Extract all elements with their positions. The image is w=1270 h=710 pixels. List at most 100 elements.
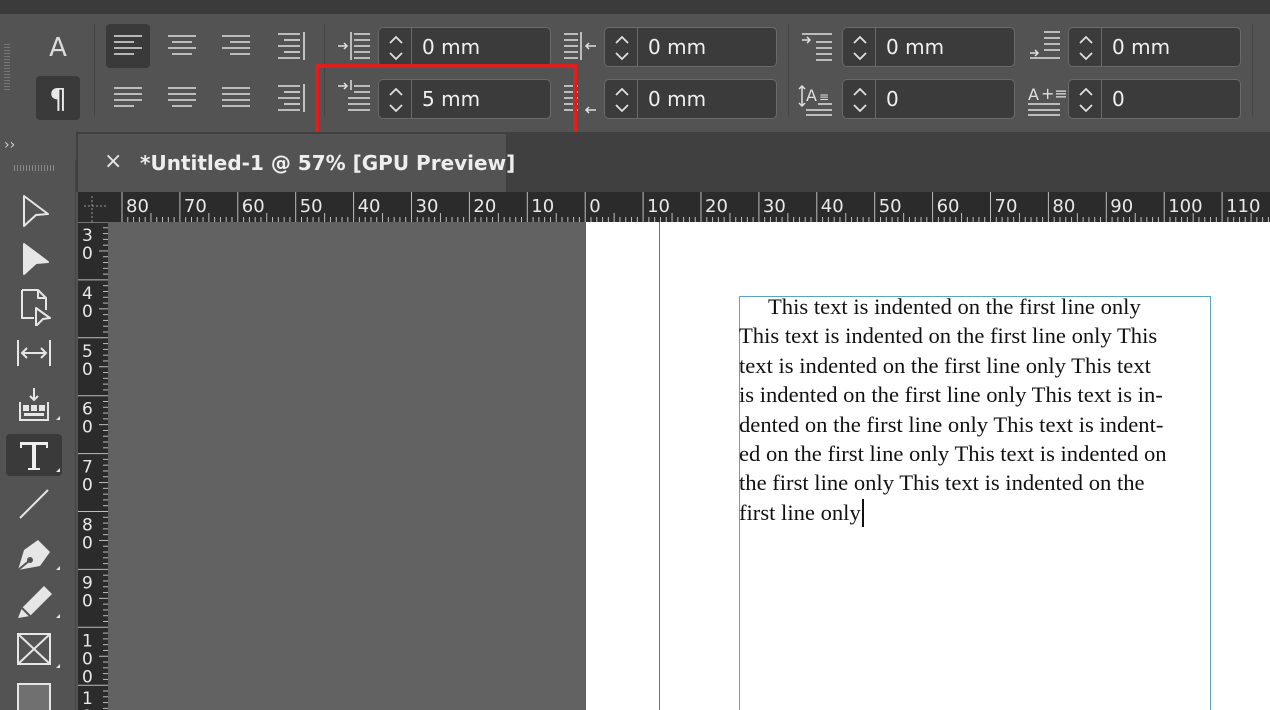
ruler-label: 20 (705, 196, 728, 217)
horizontal-ruler[interactable]: 80 70 60 50 40 30 20 10 0 10 20 30 40 50 60 70 80 90 100 11… (108, 192, 1270, 222)
gap-tool-button[interactable] (6, 332, 62, 374)
pen-tool-icon (17, 540, 60, 571)
rectangle-tool-button[interactable] (6, 676, 62, 710)
space-after-icon (1024, 24, 1068, 68)
justify-left-button[interactable] (106, 76, 150, 120)
text-line: ed on the first line only This text is i… (739, 440, 1167, 466)
text-line: first line only (739, 499, 861, 525)
ruler-label: 50 (879, 196, 902, 217)
ruler-label: 1 (82, 631, 93, 651)
space-before-field[interactable]: 0 mm (876, 27, 1015, 67)
ruler-origin[interactable] (78, 192, 108, 222)
ruler-label: 0 (82, 302, 93, 322)
direct-selection-arrow-icon (23, 243, 49, 275)
ruler-label: 0 (82, 360, 93, 380)
selection-arrow-icon (23, 195, 49, 227)
space-before-stepper[interactable] (842, 27, 876, 67)
ruler-label: 0 (82, 418, 93, 438)
type-tool-button[interactable] (6, 434, 62, 476)
stepper-arrows-icon (853, 35, 867, 61)
content-collector-tool-button[interactable] (6, 384, 62, 426)
page-tool-button[interactable] (6, 284, 62, 326)
right-indent-field[interactable]: 0 mm (638, 27, 777, 67)
stepper-arrows-icon (1079, 35, 1093, 61)
paragraph-formatting-mode-button[interactable]: ¶ (36, 76, 80, 120)
collapse-panels-button[interactable]: ›› (0, 132, 76, 160)
ruler-label: 30 (416, 196, 439, 217)
divider (94, 24, 95, 116)
text-line: the first line only This text is indente… (739, 470, 1145, 496)
right-indent-icon (560, 24, 604, 68)
align-right-button[interactable] (214, 24, 258, 68)
ruler-label: 50 (300, 196, 323, 217)
ruler-label: 3 (82, 226, 93, 246)
space-after-stepper[interactable] (1068, 27, 1102, 67)
last-line-right-indent-field[interactable]: 0 mm (638, 79, 777, 119)
justify-all-button[interactable] (214, 76, 258, 120)
close-tab-button[interactable]: × (104, 148, 124, 176)
ruler-label: 70 (184, 196, 207, 217)
control-panel-grip[interactable] (4, 44, 10, 90)
ruler-label: 9 (82, 573, 93, 593)
tools-panel-grip[interactable] (14, 165, 54, 171)
text-line: dented on the first line only This text … (739, 411, 1164, 437)
document-tab-title[interactable]: *Untitled-1 @ 57% [GPU Preview] (140, 148, 515, 178)
text-line: is indented on the first line only This … (739, 382, 1163, 408)
align-center-button[interactable] (160, 24, 204, 68)
align-towards-spine-button[interactable] (268, 24, 312, 68)
stepper-arrows-icon (615, 35, 629, 61)
ruler-label: 8 (82, 516, 93, 536)
ruler-label: 80 (126, 196, 149, 217)
ruler-label: 0 (82, 534, 93, 554)
align-towards-spine-icon (278, 32, 305, 60)
pen-tool-button[interactable] (6, 532, 62, 574)
align-left-button[interactable] (106, 24, 150, 68)
pencil-tool-icon (18, 586, 60, 618)
ruler-label: 90 (1110, 196, 1133, 217)
justify-center-button[interactable] (160, 76, 204, 120)
ruler-label: 100 (1168, 196, 1202, 217)
ruler-label: 40 (358, 196, 381, 217)
selection-tool-button[interactable] (6, 190, 62, 232)
space-after-field[interactable]: 0 mm (1102, 27, 1241, 67)
ruler-label: 70 (995, 196, 1018, 217)
left-indent-stepper[interactable] (378, 27, 412, 67)
drop-cap-lines-icon: A ≡ (796, 76, 840, 120)
divider (1252, 24, 1253, 116)
pencil-tool-button[interactable] (6, 580, 62, 622)
ruler-origin-icon (84, 196, 108, 222)
svg-text:A: A (806, 86, 817, 105)
direct-selection-tool-button[interactable] (6, 238, 62, 280)
rectangle-icon (17, 683, 51, 710)
align-away-from-spine-icon (278, 84, 305, 112)
ruler-label: 6 (82, 400, 93, 420)
type-tool-icon (20, 442, 60, 472)
svg-text:≡: ≡ (819, 90, 829, 104)
drop-cap-characters-stepper[interactable] (1068, 79, 1102, 119)
content-collector-icon (19, 388, 60, 421)
ruler-label: 1 (82, 689, 93, 709)
stepper-arrows-icon (853, 87, 867, 113)
align-away-from-spine-button[interactable] (268, 76, 312, 120)
justify-center-icon (168, 87, 196, 107)
line-tool-button[interactable] (6, 482, 62, 524)
drop-cap-lines-field[interactable]: 0 (876, 79, 1015, 119)
left-indent-icon (334, 24, 378, 68)
last-line-right-indent-stepper[interactable] (604, 79, 638, 119)
ruler-label: 40 (821, 196, 844, 217)
justify-all-icon (222, 87, 250, 107)
rectangle-frame-icon (17, 633, 60, 668)
pasteboard[interactable] (108, 222, 586, 710)
drop-cap-characters-field[interactable]: 0 (1102, 79, 1241, 119)
rectangle-frame-tool-button[interactable] (6, 628, 62, 670)
ruler-label: 10 (647, 196, 670, 217)
ruler-label: 0 (82, 667, 93, 687)
right-indent-stepper[interactable] (604, 27, 638, 67)
text-frame-content[interactable]: This text is indented on the first line … (739, 292, 1211, 527)
drop-cap-lines-stepper[interactable] (842, 79, 876, 119)
vertical-ruler[interactable]: 3040506070809010011 (78, 221, 108, 710)
align-left-icon (114, 35, 142, 55)
ruler-label: 7 (82, 458, 93, 478)
character-formatting-mode-button[interactable]: A (36, 26, 80, 70)
left-indent-field[interactable]: 0 mm (412, 27, 551, 67)
